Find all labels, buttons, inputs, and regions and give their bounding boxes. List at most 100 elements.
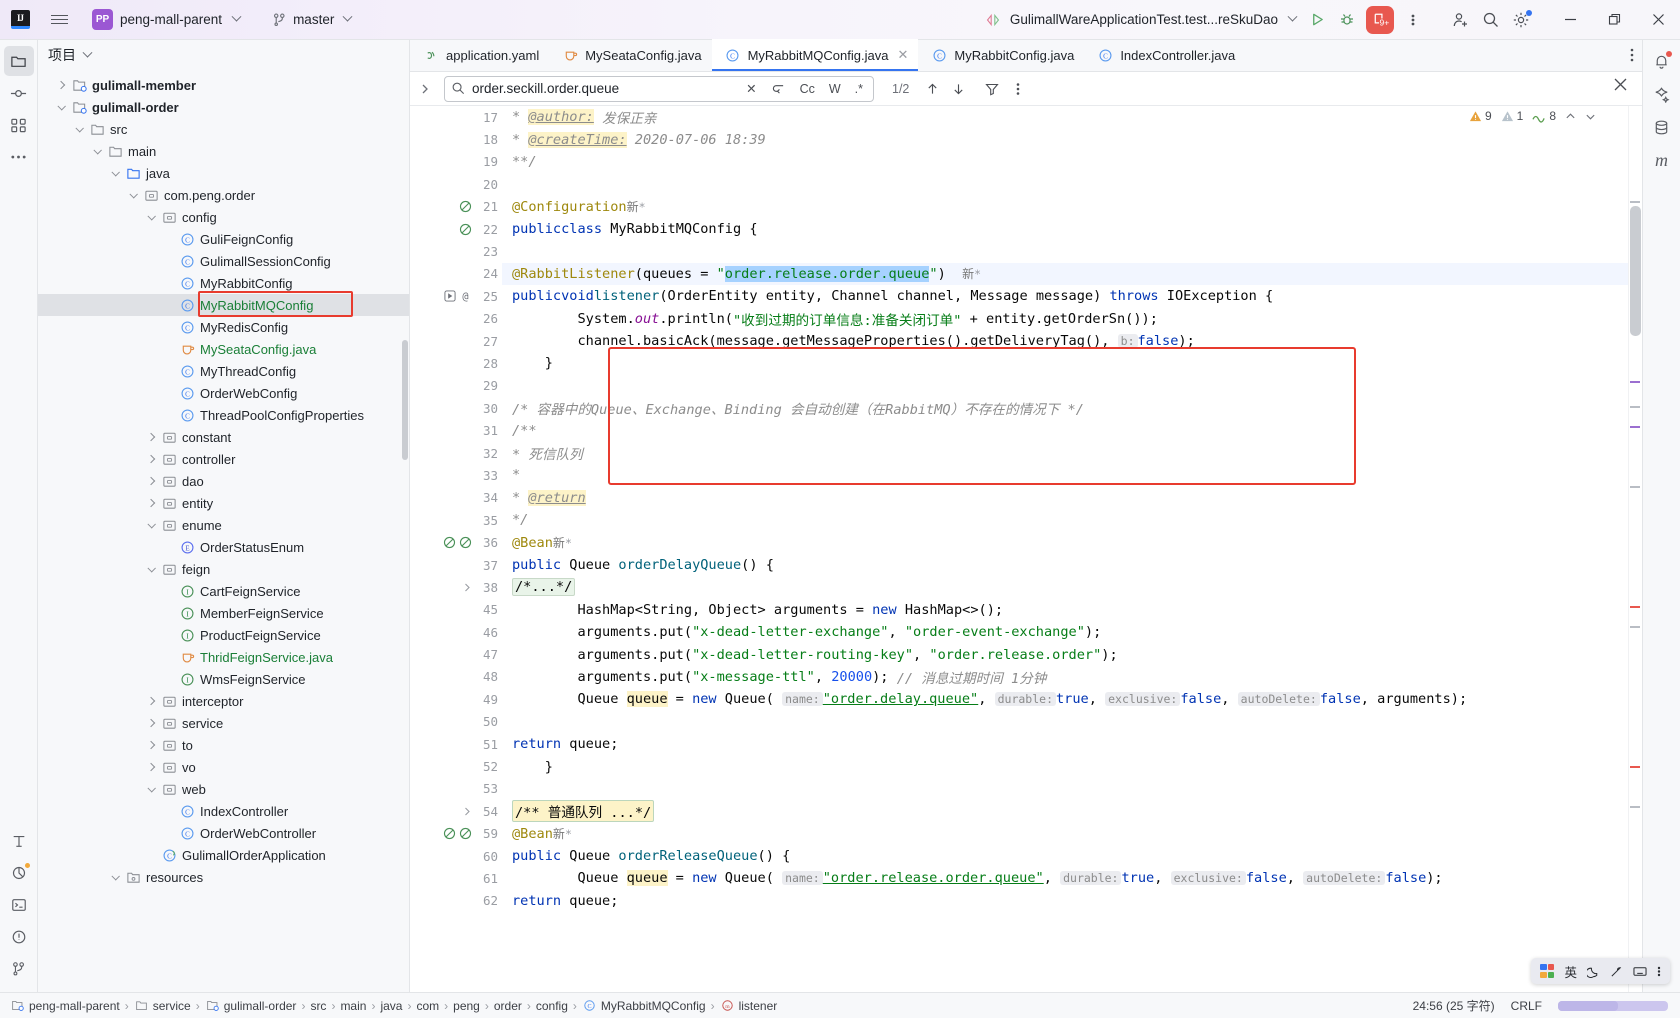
- sidebar-item-problems[interactable]: [4, 922, 34, 952]
- gutter-line-34[interactable]: 34: [410, 487, 502, 509]
- gutter-line-54[interactable]: 54: [410, 800, 502, 822]
- project-panel-header[interactable]: 项目: [38, 40, 409, 70]
- chevron-down-icon[interactable]: [142, 564, 159, 573]
- find-more-icon[interactable]: [1005, 76, 1031, 102]
- code-line-60[interactable]: public Queue orderReleaseQueue() {: [502, 845, 1628, 867]
- tree-node-resources[interactable]: resources: [38, 866, 409, 888]
- bean-gutter-icon[interactable]: [459, 827, 472, 840]
- tree-node-orderwebcontroller[interactable]: C OrderWebController: [38, 822, 409, 844]
- sidebar-item-coverage[interactable]: [4, 858, 34, 888]
- match-case-toggle[interactable]: Cc: [796, 82, 819, 96]
- tree-node-memberfeignservice[interactable]: I MemberFeignService: [38, 602, 409, 624]
- sidebar-item-typography[interactable]: [4, 826, 34, 856]
- run-configuration-selector[interactable]: GulimallWareApplicationTest.test...reSku…: [977, 7, 1302, 33]
- code-line-62[interactable]: return queue;: [502, 890, 1628, 912]
- breadcrumb-item[interactable]: gulimall-order: [201, 999, 301, 1013]
- preserve-case-icon[interactable]: [767, 82, 790, 95]
- chevron-right-icon[interactable]: [142, 476, 159, 486]
- gutter-line-62[interactable]: 62: [410, 890, 502, 912]
- gutter-line-52[interactable]: 52: [410, 755, 502, 777]
- breadcrumb-item[interactable]: m listener: [716, 999, 782, 1013]
- chevron-right-icon[interactable]: [52, 80, 69, 90]
- close-button[interactable]: [1636, 0, 1680, 40]
- moon-icon[interactable]: [1587, 965, 1600, 978]
- code-line-22[interactable]: public class MyRabbitMQConfig {: [502, 218, 1628, 240]
- code-line-29[interactable]: [502, 375, 1628, 397]
- tree-node-feign[interactable]: feign: [38, 558, 409, 580]
- fold-gutter-icon[interactable]: [463, 582, 472, 593]
- code-line-51[interactable]: return queue;: [502, 733, 1628, 755]
- breadcrumb-item[interactable]: com: [412, 999, 443, 1013]
- code-line-53[interactable]: [502, 778, 1628, 800]
- tree-node-productfeignservice[interactable]: I ProductFeignService: [38, 624, 409, 646]
- code-line-31[interactable]: /**: [502, 419, 1628, 441]
- sidebar-item-structure[interactable]: [4, 110, 34, 140]
- search-clear-button[interactable]: ✕: [742, 81, 760, 96]
- gutter-line-31[interactable]: 31: [410, 419, 502, 441]
- tree-node-service[interactable]: service: [38, 712, 409, 734]
- chevron-down-icon[interactable]: [88, 146, 105, 155]
- code-line-20[interactable]: [502, 173, 1628, 195]
- search-input-wrapper[interactable]: order.seckill.order.queue ✕ Cc W .*: [444, 75, 874, 102]
- code-line-32[interactable]: * 死信队列: [502, 442, 1628, 464]
- tree-node-java[interactable]: java: [38, 162, 409, 184]
- chevron-down-icon[interactable]: [142, 212, 159, 221]
- ime-language-label[interactable]: 英: [1564, 962, 1577, 981]
- bean-gutter-icon[interactable]: [443, 536, 456, 549]
- tree-node-myrabbitconfig[interactable]: C MyRabbitConfig: [38, 272, 409, 294]
- code-line-59[interactable]: @Bean 新 *: [502, 823, 1628, 845]
- ime-more-icon[interactable]: [1657, 965, 1661, 978]
- search-input[interactable]: order.seckill.order.queue: [472, 81, 736, 96]
- gutter-line-27[interactable]: 27: [410, 330, 502, 352]
- sidebar-item-commit[interactable]: [4, 78, 34, 108]
- tree-node-wmsfeignservice[interactable]: I WmsFeignService: [38, 668, 409, 690]
- maven-m-icon[interactable]: m: [1647, 145, 1677, 175]
- code-line-19[interactable]: **/: [502, 151, 1628, 173]
- account-add-icon[interactable]: [1446, 5, 1476, 35]
- chevron-down-icon[interactable]: [70, 124, 87, 133]
- gutter-line-21[interactable]: 21: [410, 196, 502, 218]
- code-line-25[interactable]: public void listener (OrderEntity entity,…: [502, 285, 1628, 307]
- sidebar-item-version-control[interactable]: [4, 954, 34, 984]
- keyboard-icon[interactable]: [1633, 965, 1647, 978]
- chevron-right-icon[interactable]: [142, 762, 159, 772]
- tree-node-indexcontroller[interactable]: C IndexController: [38, 800, 409, 822]
- breadcrumb-item[interactable]: order: [490, 999, 526, 1013]
- whole-words-toggle[interactable]: W: [825, 82, 845, 96]
- code-line-45[interactable]: HashMap<String, Object> arguments = new …: [502, 599, 1628, 621]
- gutter-line-18[interactable]: 18: [410, 128, 502, 150]
- gutter-line-36[interactable]: 36: [410, 531, 502, 553]
- code-line-37[interactable]: public Queue orderDelayQueue() {: [502, 554, 1628, 576]
- gutter-line-30[interactable]: 30: [410, 397, 502, 419]
- tree-node-to[interactable]: to: [38, 734, 409, 756]
- git-branch-selector[interactable]: master: [264, 7, 359, 33]
- gutter-line-24[interactable]: 24: [410, 263, 502, 285]
- code-line-49[interactable]: Queue queue = new Queue( name: "order.de…: [502, 688, 1628, 710]
- chevron-down-icon[interactable]: [106, 872, 123, 881]
- gutter-line-26[interactable]: 26: [410, 308, 502, 330]
- gutter-line-37[interactable]: 37: [410, 554, 502, 576]
- bean-gutter-icon[interactable]: [459, 200, 472, 213]
- gutter-line-17[interactable]: 17: [410, 106, 502, 128]
- gutter-line-19[interactable]: 19: [410, 151, 502, 173]
- code-line-36[interactable]: @Bean 新 *: [502, 531, 1628, 553]
- code-line-24[interactable]: @RabbitListener (queues = " order.release.…: [502, 262, 1628, 286]
- breadcrumb-item[interactable]: java: [376, 999, 406, 1013]
- gutter-line-28[interactable]: 28: [410, 352, 502, 374]
- sidebar-item-more[interactable]: [4, 142, 34, 172]
- chevron-right-icon[interactable]: [142, 718, 159, 728]
- tree-node-web[interactable]: web: [38, 778, 409, 800]
- chevron-right-icon[interactable]: [142, 740, 159, 750]
- bean-gutter-icon[interactable]: [459, 536, 472, 549]
- ime-language-widget[interactable]: 英: [1531, 958, 1670, 984]
- breadcrumb-item[interactable]: service: [130, 999, 195, 1013]
- tree-node-controller[interactable]: controller: [38, 448, 409, 470]
- editor-marker-bar[interactable]: [1628, 106, 1642, 992]
- find-prev-button[interactable]: [919, 76, 945, 102]
- editor-tab-myseataconfig-java[interactable]: MySeataConfig.java: [549, 39, 711, 71]
- breadcrumb-item[interactable]: config: [532, 999, 572, 1013]
- find-next-button[interactable]: [945, 76, 971, 102]
- chevron-down-icon[interactable]: [142, 520, 159, 529]
- tree-node-enume[interactable]: enume: [38, 514, 409, 536]
- gutter-line-38[interactable]: 38: [410, 576, 502, 598]
